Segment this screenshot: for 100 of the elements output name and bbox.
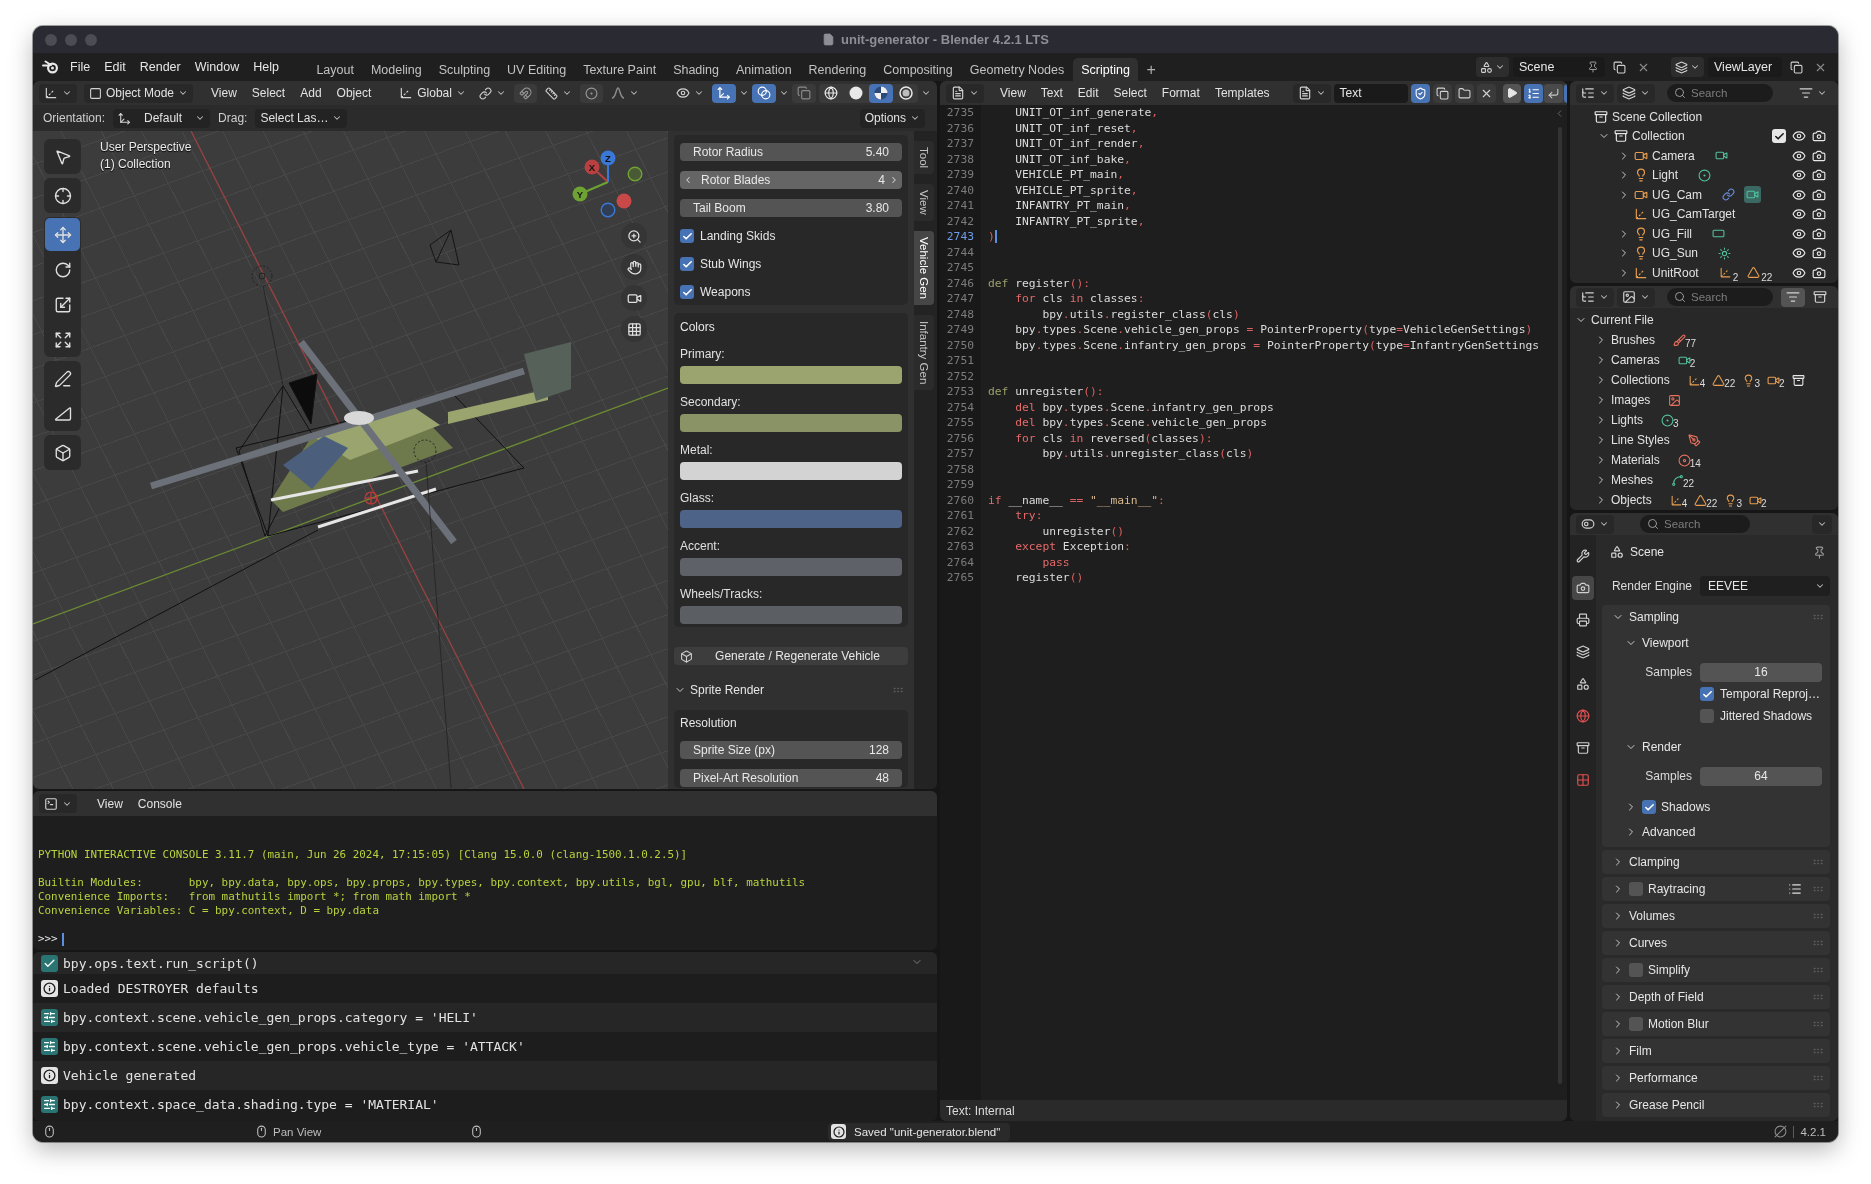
tree-item-label[interactable]: Lights — [1611, 413, 1644, 427]
menu-item[interactable]: Add — [294, 86, 328, 100]
blender-logo-icon[interactable] — [42, 60, 59, 74]
number-field[interactable]: Pixel-Art Resolution 48 — [680, 769, 902, 787]
menu-item[interactable]: Format — [1155, 86, 1206, 100]
tree-item-label[interactable]: Camera — [1652, 148, 1695, 163]
proportional-edit-toggle[interactable] — [579, 83, 603, 103]
menu-item[interactable]: Select — [245, 86, 292, 100]
color-swatch[interactable] — [680, 462, 902, 480]
text-browse-button[interactable] — [1292, 83, 1331, 103]
checkbox[interactable] — [680, 257, 694, 271]
panel-title[interactable]: Performance — [1629, 1071, 1698, 1085]
view-layer-field[interactable]: ViewLayer — [1708, 57, 1782, 77]
orientation-dropdown[interactable]: Default — [113, 108, 211, 128]
color-swatch[interactable] — [680, 558, 902, 576]
tree-item-label[interactable]: Collection — [1632, 129, 1685, 144]
workspace-tab[interactable]: Animation — [727, 58, 801, 81]
menu-item[interactable]: Object — [330, 86, 378, 100]
number-field[interactable]: 64 — [1700, 766, 1822, 786]
panel-title[interactable]: Curves — [1629, 936, 1667, 950]
view-layer-button[interactable] — [1617, 83, 1655, 103]
tree-item-label[interactable]: Current File — [1591, 313, 1654, 327]
xray-toggle[interactable] — [792, 83, 816, 103]
search-field[interactable]: Search — [1667, 288, 1773, 306]
sidebar-tab[interactable]: View — [914, 184, 934, 221]
workspace-tab[interactable]: Sculpting — [430, 58, 499, 81]
workspace-tab[interactable]: Modeling — [362, 58, 431, 81]
sidebar-tab[interactable]: Infantry Gen — [914, 314, 934, 391]
workspace-tab[interactable]: Rendering — [800, 58, 875, 81]
panel-title[interactable]: Simplify — [1648, 963, 1690, 977]
axis-handle[interactable]: Y — [572, 181, 609, 202]
tree-item-label[interactable]: UnitRoot — [1652, 265, 1699, 280]
tree-item-label[interactable]: Collections — [1611, 373, 1670, 387]
number-field[interactable]: Tail Boom 3.80 — [680, 199, 902, 217]
menu-item[interactable]: Select — [1107, 86, 1153, 100]
camera-view-button[interactable] — [621, 285, 647, 311]
tree-item-label[interactable]: Cameras — [1611, 353, 1660, 367]
checkbox[interactable] — [680, 229, 694, 243]
fake-user-toggle[interactable] — [1410, 83, 1430, 103]
number-field[interactable]: Sprite Size (px) 128 — [680, 741, 902, 759]
shading-mode-button[interactable] — [869, 83, 893, 103]
mode-dropdown[interactable]: Object Mode — [84, 83, 194, 103]
tree-item-label[interactable]: Images — [1611, 393, 1651, 407]
axis-handle[interactable] — [600, 202, 616, 218]
tree-item-label[interactable]: UG_CamTarget — [1652, 207, 1736, 222]
color-swatch[interactable] — [680, 510, 902, 528]
panel-title[interactable]: Grease Pencil — [1629, 1098, 1705, 1112]
tree-item-label[interactable]: Meshes — [1611, 473, 1654, 487]
color-swatch[interactable] — [680, 414, 902, 432]
tree-item-label[interactable]: Materials — [1611, 453, 1660, 467]
checkbox[interactable] — [680, 285, 694, 299]
menu-item[interactable]: Render — [132, 57, 188, 77]
filter-button[interactable] — [1781, 287, 1805, 307]
tree-item-label[interactable]: UG_Cam — [1652, 187, 1702, 202]
color-swatch[interactable] — [680, 606, 902, 624]
unlink-button[interactable] — [1476, 83, 1496, 103]
sidebar-tab[interactable]: Tool — [914, 141, 934, 175]
checkbox[interactable] — [1700, 687, 1714, 701]
axis-handle[interactable] — [627, 166, 643, 182]
data-filter-button[interactable] — [1617, 287, 1655, 307]
panel-title[interactable]: Raytracing — [1648, 882, 1706, 896]
panel-title[interactable]: Film — [1629, 1044, 1652, 1058]
duplicate-button[interactable] — [1432, 83, 1452, 103]
menu-item[interactable]: Text — [1034, 86, 1069, 100]
color-swatch[interactable] — [680, 366, 902, 384]
line-numbers-toggle[interactable] — [1523, 83, 1543, 103]
menu-item[interactable]: Console — [131, 796, 188, 811]
menu-item[interactable]: View — [994, 86, 1032, 100]
number-field[interactable]: 16 — [1700, 662, 1822, 682]
panel-title[interactable]: Advanced — [1642, 825, 1696, 839]
editor-type-button[interactable] — [946, 83, 984, 103]
menu-item[interactable]: Help — [246, 57, 286, 77]
add-workspace-button[interactable]: + — [1138, 58, 1164, 81]
workspace-tab[interactable]: Scripting — [1072, 58, 1139, 81]
workspace-tab[interactable]: Geometry Nodes — [961, 58, 1073, 81]
panel-title[interactable]: Sampling — [1629, 610, 1680, 624]
menu-item[interactable]: Edit — [97, 57, 133, 77]
panel-title[interactable]: Depth of Field — [1629, 990, 1704, 1004]
number-field[interactable]: Rotor Radius 5.40 — [680, 143, 902, 161]
snap-toggle[interactable] — [513, 83, 537, 103]
ortho-toggle-button[interactable] — [621, 316, 647, 342]
display-mode-button[interactable] — [1576, 83, 1614, 103]
open-button[interactable] — [1454, 83, 1474, 103]
workspace-tab[interactable]: Shading — [664, 58, 728, 81]
tree-item-label[interactable]: Objects — [1611, 493, 1652, 507]
drag-dropdown[interactable]: Select Las… — [255, 108, 348, 128]
workspace-tab[interactable]: UV Editing — [498, 58, 575, 81]
axis-handle[interactable]: Z — [600, 150, 616, 183]
menu-item[interactable]: View — [205, 86, 243, 100]
checkbox[interactable] — [1700, 709, 1714, 723]
tree-item-label[interactable]: Line Styles — [1611, 433, 1670, 447]
panel-title[interactable]: Shadows — [1661, 800, 1711, 814]
panel-title[interactable]: Render — [1642, 740, 1682, 754]
search-field[interactable]: Search — [1640, 515, 1750, 533]
scene-selector-button[interactable] — [1476, 57, 1509, 77]
gizmo-toggle[interactable] — [712, 83, 736, 103]
menu-item[interactable]: Window — [187, 57, 247, 77]
workspace-tab[interactable]: Layout — [307, 58, 363, 81]
panel-title[interactable]: Volumes — [1629, 909, 1676, 923]
stepper-field[interactable]: Rotor Blades 4 — [680, 171, 902, 189]
